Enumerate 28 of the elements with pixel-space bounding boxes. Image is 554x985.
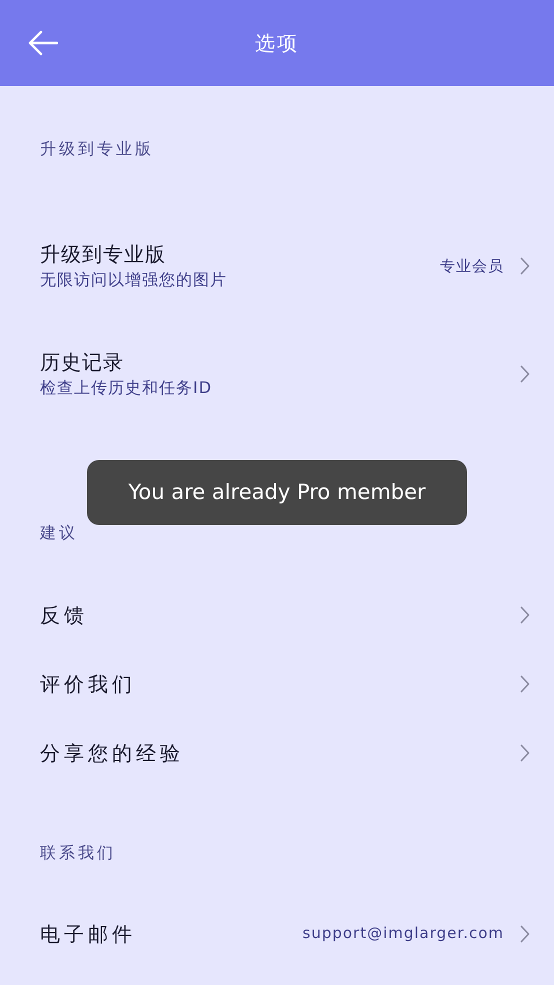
- row-title: 升级到专业版: [40, 241, 167, 268]
- screen-title: 选项: [255, 30, 299, 57]
- settings-row[interactable]: 反馈: [0, 580, 554, 649]
- row-subtitle: 无限访问以增强您的图片: [40, 269, 228, 291]
- section-heading: 联系我们: [40, 843, 116, 862]
- row-title: 评价我们: [40, 670, 137, 698]
- back-icon[interactable]: [28, 30, 58, 56]
- row-value: 专业会员: [440, 256, 504, 277]
- settings-row[interactable]: 电子邮件 support@imglarger.com: [0, 899, 554, 968]
- settings-row[interactable]: 评价我们: [0, 649, 554, 718]
- chevron-icon: [520, 257, 530, 275]
- settings-row[interactable]: 历史记录 检查上传历史和任务ID: [0, 320, 554, 428]
- chevron-icon: [520, 606, 530, 624]
- row-title: 反馈: [40, 602, 89, 628]
- settings-row[interactable]: 升级到专业版 无限访问以增强您的图片 专业会员: [0, 212, 554, 320]
- section-heading: 建议: [40, 523, 78, 542]
- section-heading: 升级到专业版: [40, 139, 154, 158]
- row-title: 历史记录: [40, 349, 125, 376]
- chevron-icon: [520, 365, 530, 383]
- chevron-icon: [520, 674, 530, 692]
- row-title: 电子邮件: [40, 920, 137, 948]
- row-value: support@imglarger.com: [302, 923, 504, 944]
- row-subtitle: 检查上传历史和任务ID: [40, 377, 214, 399]
- row-title: 分享您的经验: [40, 740, 185, 766]
- chevron-icon: [520, 924, 530, 942]
- chevron-icon: [520, 744, 530, 762]
- settings-row[interactable]: 分享您的经验: [0, 718, 554, 787]
- toast-message: You are already Pro member: [87, 460, 467, 525]
